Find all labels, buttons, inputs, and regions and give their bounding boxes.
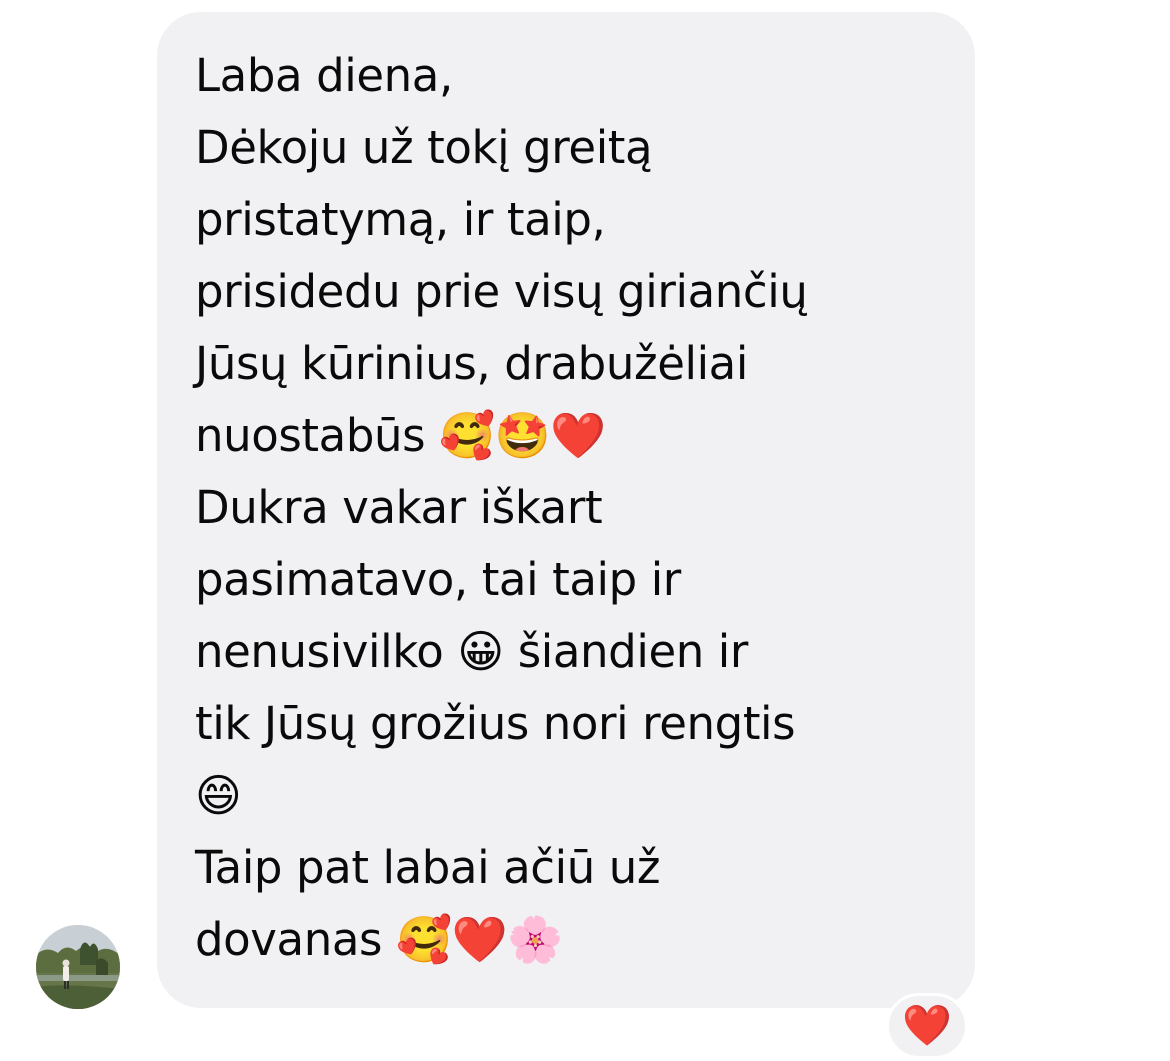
chat-screen: Laba diena, Dėkoju už tokį greitą prista… xyxy=(0,0,1170,1061)
message-text: Laba diena, Dėkoju už tokį greitą prista… xyxy=(195,49,808,966)
avatar-photo-icon xyxy=(36,925,120,1009)
message-reaction[interactable]: ❤️ xyxy=(886,993,968,1059)
sender-avatar[interactable] xyxy=(36,925,120,1009)
red-heart-icon: ❤️ xyxy=(902,1003,952,1049)
message-bubble[interactable]: Laba diena, Dėkoju už tokį greitą prista… xyxy=(157,12,975,1008)
